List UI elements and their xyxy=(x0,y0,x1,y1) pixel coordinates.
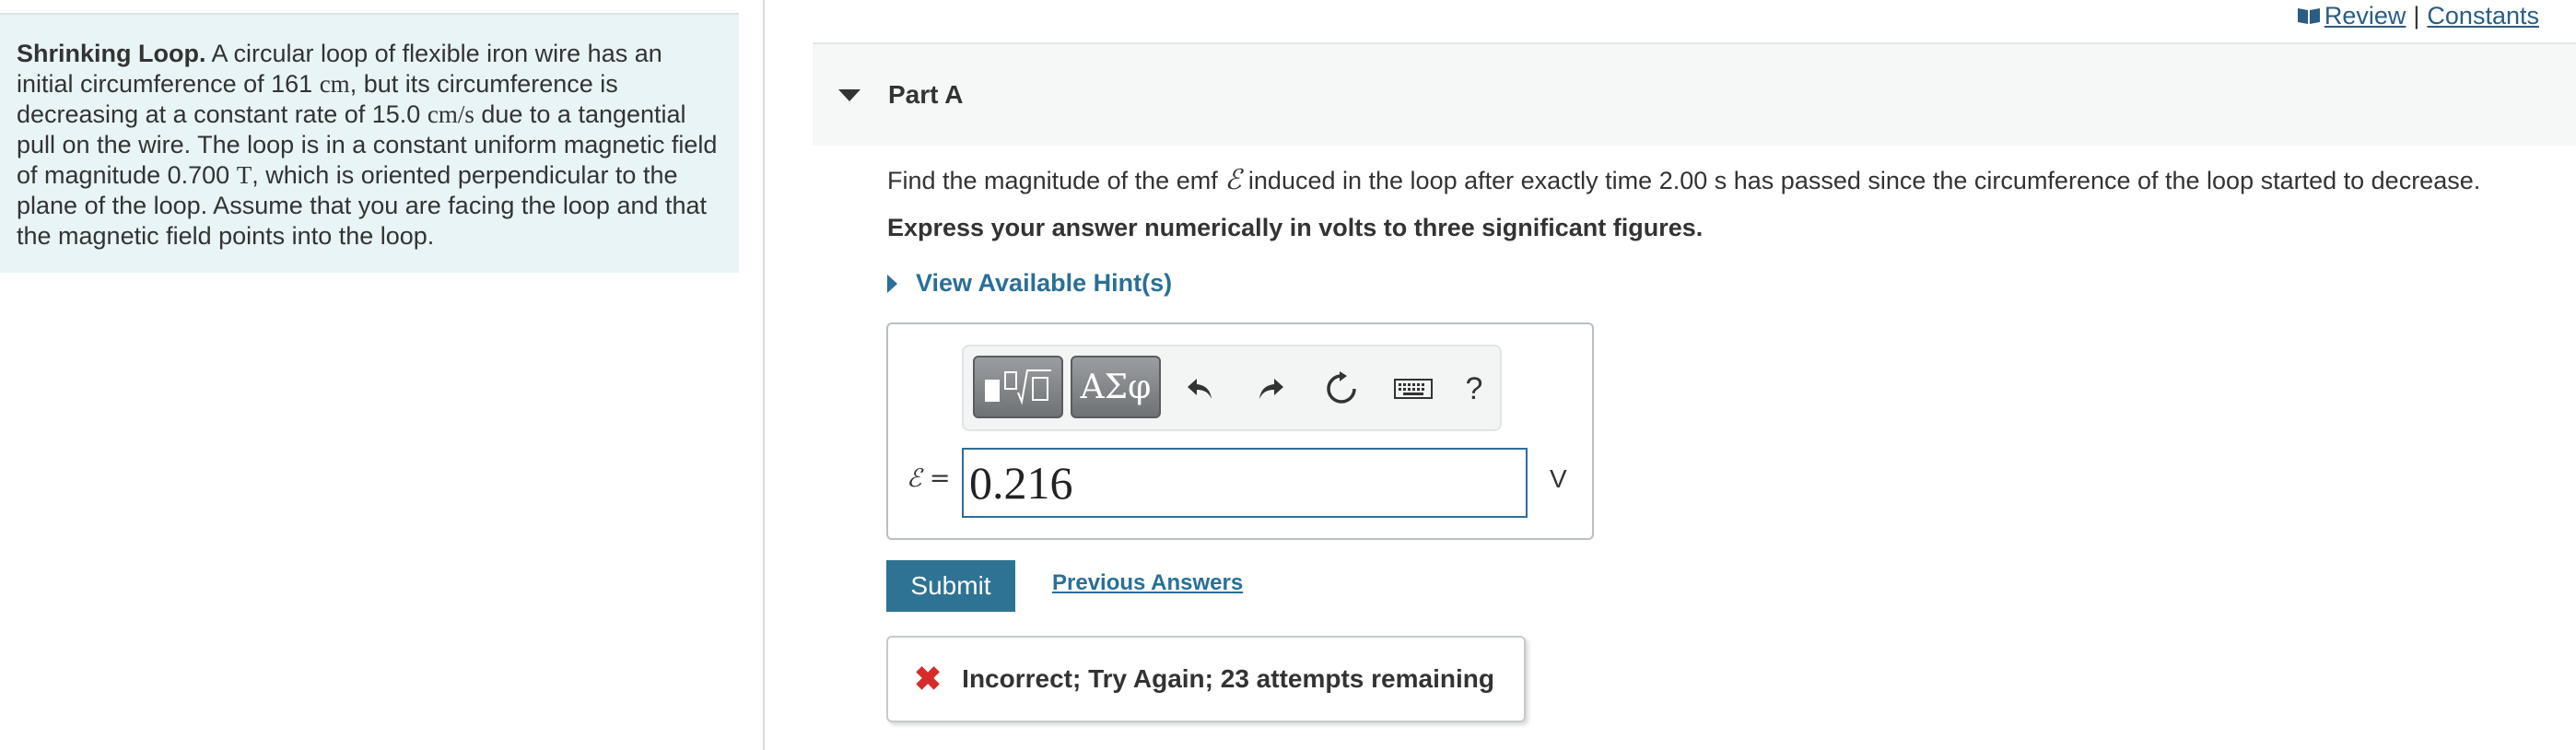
answer-unit: V xyxy=(1550,464,1567,493)
answer-label: ℰ = xyxy=(907,464,951,493)
part-a-header[interactable]: Part A xyxy=(813,44,2576,146)
answer-input[interactable]: 0.216 xyxy=(962,448,1528,518)
keyboard-icon xyxy=(1394,379,1433,399)
feedback-message: ✖ Incorrect; Try Again; 23 attempts rema… xyxy=(886,636,1526,722)
answer-label-text: ℰ = xyxy=(907,464,951,493)
view-hints-toggle[interactable]: View Available Hint(s) xyxy=(887,269,1172,298)
circumference-value: 161 xyxy=(271,70,313,98)
help-button[interactable]: ? xyxy=(1456,370,1493,407)
rate-value: 15.0 xyxy=(371,100,421,128)
problem-panel: Shrinking Loop. A circular loop of flexi… xyxy=(0,0,765,750)
answer-instruction: Express your answer numerically in volts… xyxy=(887,214,1704,241)
field-value: 0.700 xyxy=(167,161,230,189)
column-divider xyxy=(763,0,765,750)
top-links: Review | Constants xyxy=(2297,0,2539,31)
undo-button[interactable] xyxy=(1181,370,1218,407)
templates-icon xyxy=(985,369,1051,405)
hint-label: View Available Hint(s) xyxy=(916,269,1173,297)
expand-caret-icon xyxy=(887,274,897,293)
x-icon: ✖ xyxy=(914,660,943,697)
greek-symbols-label: ΑΣφ xyxy=(1080,368,1152,406)
greek-symbols-button[interactable]: ΑΣφ xyxy=(1071,356,1161,418)
redo-button[interactable] xyxy=(1253,370,1290,407)
undo-icon xyxy=(1188,379,1212,399)
link-separator: | xyxy=(2413,1,2420,29)
field-unit: T xyxy=(236,161,252,189)
part-title: Part A xyxy=(888,80,964,109)
review-label: Review xyxy=(2324,1,2406,29)
rate-unit: cm/s xyxy=(427,100,474,128)
reset-icon xyxy=(1327,371,1356,404)
submit-button[interactable]: Submit xyxy=(886,560,1015,612)
emf-symbol: ℰ xyxy=(1224,165,1242,195)
constants-link[interactable]: Constants xyxy=(2427,2,2539,30)
reset-button[interactable] xyxy=(1323,370,1360,407)
question-part-3: s has passed since the circumference of … xyxy=(1714,167,2481,194)
collapse-caret-icon[interactable] xyxy=(838,88,861,101)
problem-title: Shrinking Loop. xyxy=(17,40,206,67)
question-part-1: Find the magnitude of the emf xyxy=(887,167,1218,194)
book-icon xyxy=(2297,7,2320,24)
answer-box: ΑΣφ ? ℰ = 0.216 V xyxy=(886,322,1594,540)
question-text: Find the magnitude of the emf ℰ induced … xyxy=(887,164,2480,196)
previous-answers-link[interactable]: Previous Answers xyxy=(1052,570,1243,596)
circumference-unit: cm xyxy=(319,70,350,98)
keyboard-button[interactable] xyxy=(1393,370,1434,407)
templates-button[interactable] xyxy=(973,356,1063,418)
feedback-text: Incorrect; Try Again; 23 attempts remain… xyxy=(962,664,1494,693)
help-label: ? xyxy=(1465,370,1483,406)
question-part-2: induced in the loop after exactly time xyxy=(1247,167,1653,194)
review-link[interactable]: Review xyxy=(2297,2,2406,30)
math-toolbar: ΑΣφ ? xyxy=(962,345,1502,431)
problem-statement: Shrinking Loop. A circular loop of flexi… xyxy=(0,13,739,273)
redo-icon xyxy=(1259,379,1283,399)
time-value: 2.00 xyxy=(1658,167,1708,194)
